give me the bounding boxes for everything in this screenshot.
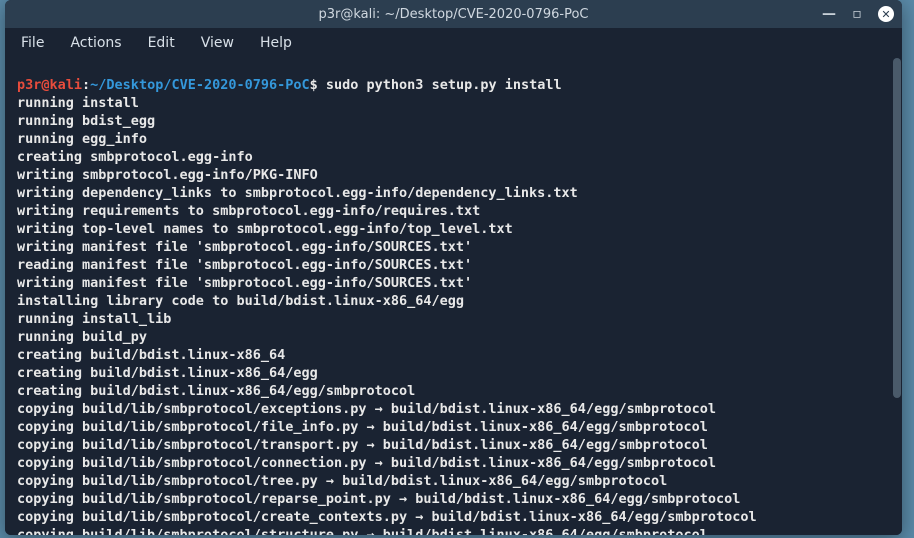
terminal-body[interactable]: p3r@kali:~/Desktop/CVE-2020-0796-PoC$ su… [5, 58, 902, 535]
menu-edit[interactable]: Edit [148, 35, 175, 51]
menu-actions[interactable]: Actions [70, 35, 121, 51]
prompt-user-host: p3r@kali [17, 77, 82, 93]
prompt-symbol: $ [310, 77, 318, 93]
prompt-separator: : [82, 77, 90, 93]
maximize-button[interactable]: ▫ [850, 7, 864, 21]
menu-file[interactable]: File [21, 35, 44, 51]
menu-help[interactable]: Help [260, 35, 292, 51]
prompt-path: ~/Desktop/CVE-2020-0796-PoC [90, 77, 309, 93]
menu-view[interactable]: View [201, 35, 234, 51]
titlebar[interactable]: p3r@kali: ~/Desktop/CVE-2020-0796-PoC — … [5, 0, 902, 28]
close-button[interactable]: ✕ [878, 6, 894, 22]
command-text: sudo python3 setup.py install [326, 77, 562, 93]
minimize-button[interactable]: — [822, 7, 836, 21]
window-controls: — ▫ ✕ [822, 0, 894, 28]
terminal-window: p3r@kali: ~/Desktop/CVE-2020-0796-PoC — … [5, 0, 902, 535]
output-lines: running install running bdist_egg runnin… [17, 94, 890, 535]
scrollbar-thumb[interactable] [893, 58, 901, 398]
window-title: p3r@kali: ~/Desktop/CVE-2020-0796-PoC [319, 7, 589, 22]
menubar: File Actions Edit View Help [5, 28, 902, 58]
